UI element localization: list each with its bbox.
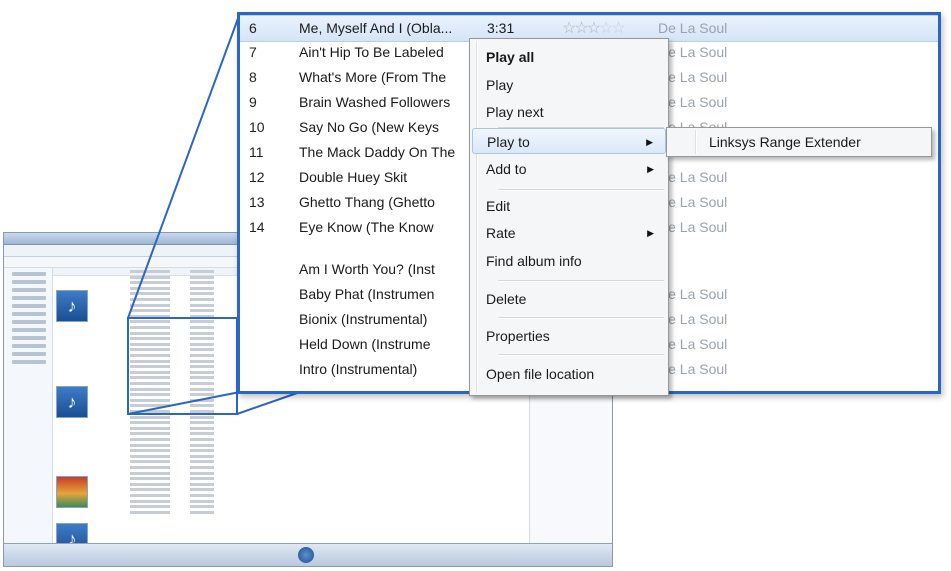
track-title: Eye Know (The Know	[299, 219, 434, 235]
track-title: Say No Go (New Keys	[299, 119, 440, 135]
star-icon: ☆	[599, 20, 613, 37]
star-icon: ☆	[562, 20, 576, 37]
menu-separator	[498, 317, 664, 319]
track-number: 8	[249, 69, 257, 85]
menu-item-label: Find album info	[486, 253, 582, 269]
star-icon: ☆	[586, 20, 601, 37]
track-number: 11	[249, 144, 264, 160]
track-title: Am I Worth You? (Inst	[299, 261, 435, 277]
menu-item-label: Play next	[486, 104, 544, 120]
menu-item-rate[interactable]: Rate ▶	[472, 220, 666, 246]
track-title: Ain't Hip To Be Labeled	[299, 44, 444, 60]
track-title: Ghetto Thang (Ghetto	[299, 194, 435, 210]
menu-item-play[interactable]: Play	[472, 72, 666, 98]
menu-item-open-file-location[interactable]: Open file location	[472, 361, 666, 387]
menu-item-play-to[interactable]: Play to ▶	[472, 128, 666, 154]
menu-item-play-all[interactable]: Play all	[472, 44, 666, 70]
track-title: Baby Phat (Instrumen	[299, 286, 435, 302]
play-to-submenu: Linksys Range Extender	[666, 127, 932, 157]
track-number: 7	[249, 44, 257, 60]
menu-item-label: Rate	[486, 225, 516, 241]
menu-item-find-album-info[interactable]: Find album info	[472, 248, 666, 274]
star-icon: ☆	[574, 20, 588, 37]
track-title: Brain Washed Followers	[299, 94, 451, 110]
track-title: What's More (From The	[299, 69, 447, 85]
track-number: 6	[249, 20, 257, 36]
menu-item-label: Play all	[486, 49, 535, 65]
menu-item-label: Open file location	[486, 366, 595, 382]
menu-item-label: Play	[486, 77, 514, 93]
track-number: 13	[249, 194, 265, 210]
submenu-item-label: Linksys Range Extender	[709, 134, 861, 150]
submenu-arrow-icon: ▶	[647, 228, 654, 238]
track-title: Bionix (Instrumental)	[299, 311, 428, 327]
menu-item-properties[interactable]: Properties	[472, 323, 666, 349]
track-number: 12	[249, 169, 265, 185]
menu-item-label: Add to	[486, 161, 527, 177]
menu-item-add-to[interactable]: Add to ▶	[472, 156, 666, 182]
menu-item-label: Play to	[487, 134, 530, 150]
menu-item-label: Delete	[486, 291, 527, 307]
track-title: Intro (Instrumental)	[299, 361, 418, 377]
menu-item-label: Properties	[486, 328, 550, 344]
track-title: The Mack Daddy On The	[299, 144, 456, 160]
track-number: 9	[249, 94, 257, 110]
menu-separator	[498, 280, 664, 282]
menu-item-edit[interactable]: Edit	[472, 193, 666, 219]
menu-item-delete[interactable]: Delete	[472, 286, 666, 312]
track-title: Held Down (Instrume	[299, 336, 431, 352]
menu-item-label: Edit	[486, 198, 511, 214]
track-number: 10	[249, 119, 265, 135]
track-number: 14	[249, 219, 265, 235]
menu-item-play-next[interactable]: Play next	[472, 99, 666, 125]
star-icon: ☆	[611, 20, 625, 37]
track-title: Double Huey Skit	[299, 169, 408, 185]
menu-separator	[498, 354, 664, 356]
menu-separator	[498, 189, 664, 191]
submenu-arrow-icon: ▶	[647, 164, 654, 174]
track-title: Me, Myself And I (Obla...	[299, 20, 453, 36]
context-menu: Play all Play Play next Play to ▶ Add to…	[469, 38, 669, 396]
submenu-arrow-icon: ▶	[646, 137, 653, 147]
